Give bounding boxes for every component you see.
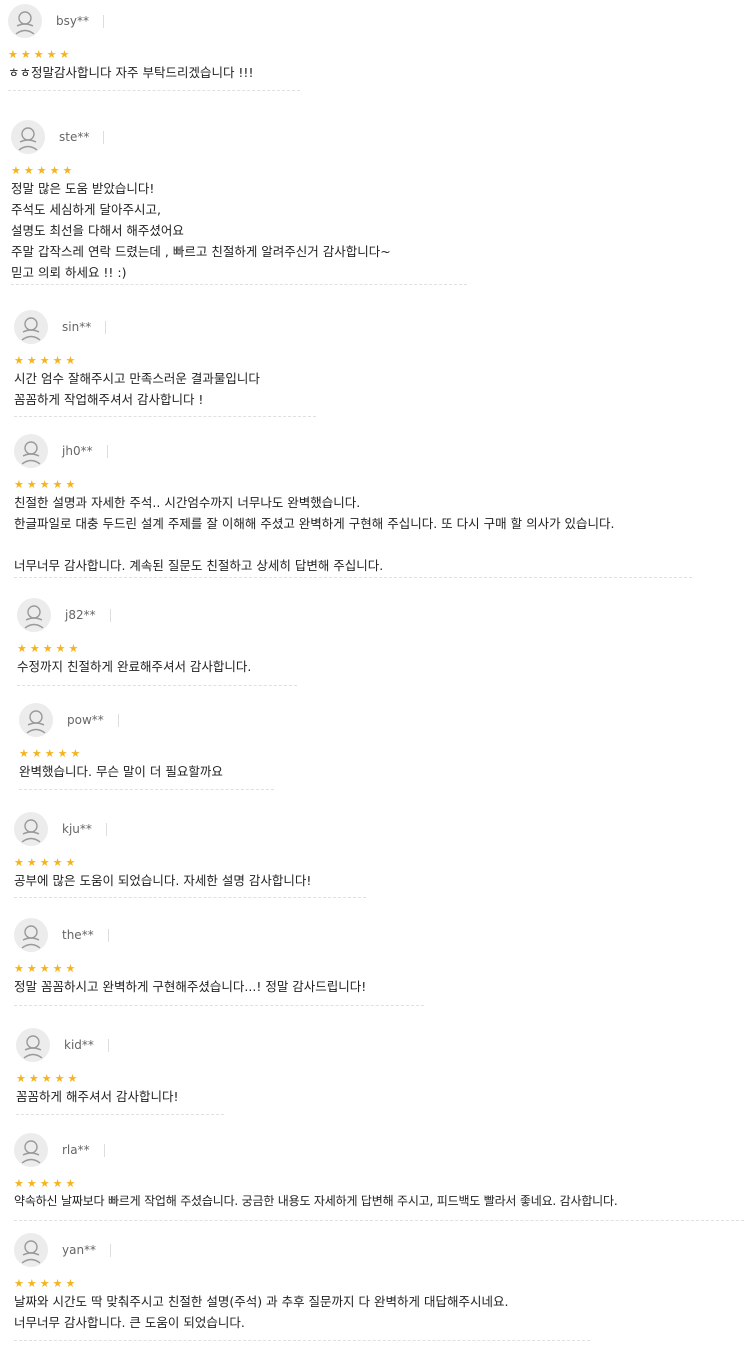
star-rating: ★★★★★ xyxy=(14,856,79,869)
username: jh0** xyxy=(62,444,93,458)
review-divider xyxy=(16,1114,224,1115)
star-rating: ★★★★★ xyxy=(14,1277,79,1290)
review-header: the** xyxy=(14,918,109,952)
header-divider xyxy=(103,1143,105,1157)
review-text: 완벽했습니다. 무슨 말이 더 필요할까요 xyxy=(19,764,223,779)
username: kju** xyxy=(62,822,92,836)
review-text: 친절한 설명과 자세한 주석.. 시간엄수까지 너무나도 완벽했습니다. 한글파… xyxy=(14,495,615,573)
avatar xyxy=(14,310,48,344)
review-header: bsy** xyxy=(8,4,104,38)
avatar xyxy=(17,598,51,632)
avatar xyxy=(8,4,42,38)
avatar xyxy=(16,1028,50,1062)
review-divider xyxy=(19,789,274,790)
review-text: ㅎㅎ정말감사합니다 자주 부탁드리겠습니다 !!! xyxy=(8,65,254,80)
review-divider xyxy=(14,897,366,898)
review-divider xyxy=(14,1340,590,1341)
review-header: ste** xyxy=(11,120,105,154)
review-divider xyxy=(14,1005,424,1006)
star-rating: ★★★★★ xyxy=(11,164,76,177)
header-divider xyxy=(110,1243,112,1257)
review-text: 약속하신 날짜보다 빠르게 작업해 주셨습니다. 궁금한 내용도 자세하게 답변… xyxy=(14,1194,618,1208)
header-divider xyxy=(107,1038,109,1052)
username: j82** xyxy=(65,608,96,622)
star-rating: ★★★★★ xyxy=(14,1177,79,1190)
review-divider xyxy=(14,1220,744,1221)
review-header: jh0** xyxy=(14,434,108,468)
star-rating: ★★★★★ xyxy=(14,354,79,367)
header-divider xyxy=(103,130,105,144)
username: sin** xyxy=(62,320,92,334)
username: bsy** xyxy=(56,14,89,28)
star-rating: ★★★★★ xyxy=(16,1072,81,1085)
avatar xyxy=(14,434,48,468)
avatar xyxy=(19,703,53,737)
review-header: pow** xyxy=(19,703,119,737)
header-divider xyxy=(117,713,119,727)
star-rating: ★★★★★ xyxy=(14,962,79,975)
review-header: rla** xyxy=(14,1133,105,1167)
avatar xyxy=(14,812,48,846)
header-divider xyxy=(102,14,104,28)
star-rating: ★★★★★ xyxy=(19,747,84,760)
username: pow** xyxy=(67,713,104,727)
header-divider xyxy=(105,320,107,334)
review-header: sin** xyxy=(14,310,107,344)
star-rating: ★★★★★ xyxy=(8,48,73,61)
review-divider xyxy=(14,577,692,578)
avatar xyxy=(14,1233,48,1267)
avatar xyxy=(14,1133,48,1167)
review-divider xyxy=(17,685,297,686)
review-divider xyxy=(8,90,300,91)
header-divider xyxy=(107,928,109,942)
review-text: 정말 꼼꼼하시고 완벽하게 구현해주셨습니다...! 정말 감사드립니다! xyxy=(14,979,367,994)
review-divider xyxy=(14,416,316,417)
review-text: 정말 많은 도움 받았습니다! 주석도 세심하게 달아주시고, 설명도 최선을 … xyxy=(11,181,391,280)
username: the** xyxy=(62,928,94,942)
star-rating: ★★★★★ xyxy=(14,478,79,491)
review-header: j82** xyxy=(17,598,111,632)
review-text: 수정까지 친절하게 완료해주셔서 감사합니다. xyxy=(17,659,252,674)
review-text: 날짜와 시간도 딱 맞춰주시고 친절한 설명(주석) 과 추후 질문까지 다 완… xyxy=(14,1294,509,1330)
review-header: kid** xyxy=(16,1028,109,1062)
username: ste** xyxy=(59,130,90,144)
review-text: 시간 엄수 잘해주시고 만족스러운 결과물입니다 꼼꼼하게 작업해주셔서 감사합… xyxy=(14,371,260,407)
header-divider xyxy=(105,822,107,836)
header-divider xyxy=(109,608,111,622)
username: kid** xyxy=(64,1038,94,1052)
username: yan** xyxy=(62,1243,97,1257)
review-header: yan** xyxy=(14,1233,112,1267)
avatar xyxy=(11,120,45,154)
star-rating: ★★★★★ xyxy=(17,642,82,655)
header-divider xyxy=(106,444,108,458)
review-text: 꼼꼼하게 해주셔서 감사합니다! xyxy=(16,1089,179,1104)
username: rla** xyxy=(62,1143,90,1157)
review-divider xyxy=(11,284,467,285)
avatar xyxy=(14,918,48,952)
review-text: 공부에 많은 도움이 되었습니다. 자세한 설명 감사합니다! xyxy=(14,873,312,888)
review-header: kju** xyxy=(14,812,107,846)
